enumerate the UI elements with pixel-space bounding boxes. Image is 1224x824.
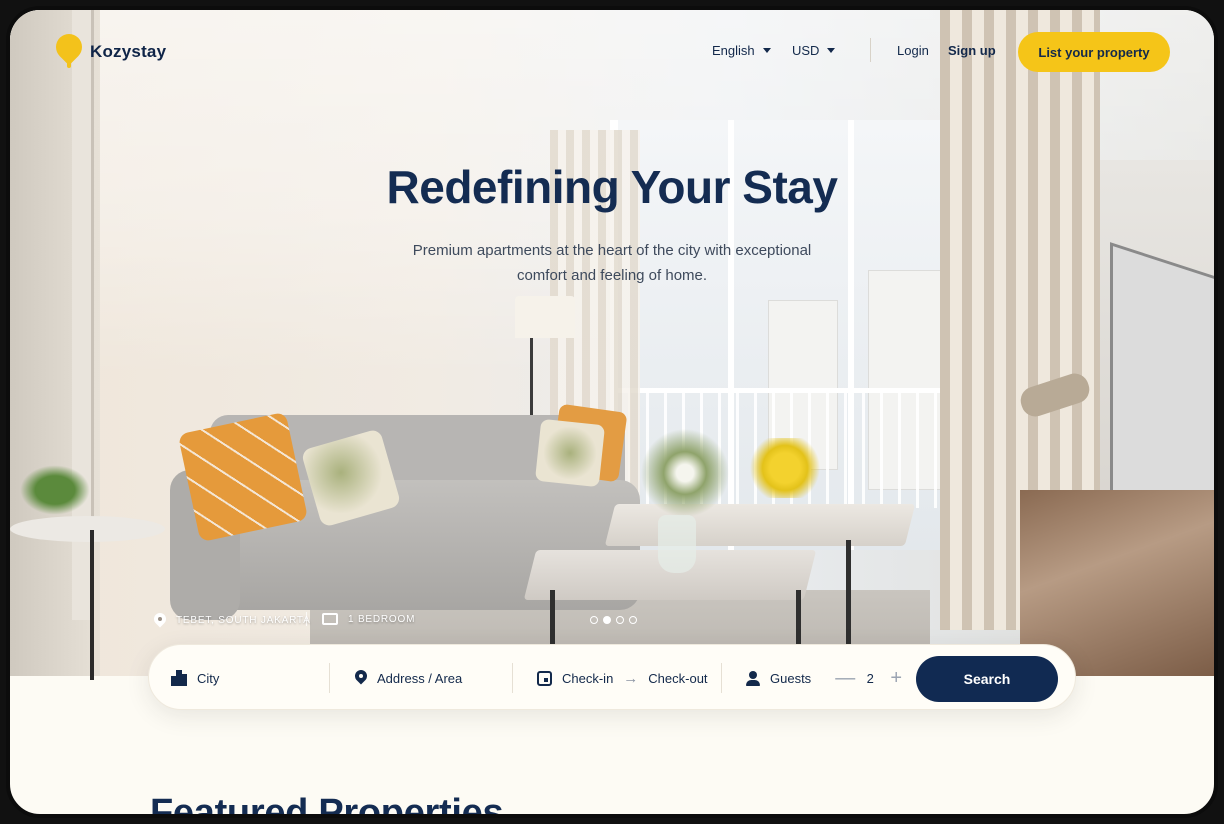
hero-side-table-leg [90, 530, 94, 680]
property-location-label: TEBET, SOUTH JAKARTA [176, 614, 311, 626]
brand-name: Kozystay [90, 42, 167, 61]
hero-plant [20, 465, 90, 515]
property-rooms: 1 BEDROOM [322, 613, 415, 625]
search-divider [721, 663, 722, 693]
hero-flowers [745, 438, 825, 498]
caret-down-icon [827, 48, 836, 53]
currency-label: USD [792, 43, 820, 58]
browser-frame: Redefining Your Stay Premium apartments … [6, 6, 1218, 818]
carousel-dot-active[interactable] [603, 616, 611, 624]
guests-count: 2 [866, 670, 874, 686]
language-select[interactable]: English [712, 43, 771, 58]
logo-icon [50, 28, 88, 70]
city-placeholder: City [197, 670, 220, 686]
search-button[interactable]: Search [916, 656, 1058, 702]
language-label: English [712, 43, 755, 58]
date-range-field[interactable]: Check-in → Check-out [537, 645, 708, 711]
nav-divider [870, 38, 871, 62]
section-title: Featured Properties [150, 792, 504, 818]
calendar-icon [537, 670, 552, 686]
hero-image: Redefining Your Stay Premium apartments … [10, 10, 1214, 680]
city-icon [171, 670, 187, 686]
meta-divider [306, 612, 307, 626]
hero-side-table [10, 516, 165, 542]
guests-field: Guests — 2 + [746, 645, 905, 711]
search-divider [329, 663, 330, 693]
arrow-right-icon: → [623, 669, 639, 687]
caret-down-icon [762, 48, 771, 53]
hero-lamp-pole [530, 338, 533, 418]
hero-subtitle: Premium apartments at the heart of the c… [412, 242, 812, 284]
map-pin-icon [154, 613, 166, 627]
hero-table-leg [846, 540, 851, 650]
map-pin-icon [355, 670, 367, 686]
top-nav: Kozystay English USD Login Sign up List … [10, 10, 1214, 92]
hero-pillow [534, 418, 606, 488]
hero-lamp [515, 296, 575, 338]
checkout-label: Check-out [648, 670, 708, 686]
address-placeholder: Address / Area [377, 670, 463, 686]
list-property-button[interactable]: List your property [1018, 32, 1170, 72]
carousel-dot[interactable] [590, 616, 598, 624]
property-rooms-label: 1 BEDROOM [348, 613, 416, 625]
carousel-dot[interactable] [616, 616, 624, 624]
brand-logo[interactable]: Kozystay [50, 28, 167, 70]
carousel-dots [590, 616, 637, 624]
city-field[interactable]: City [171, 645, 219, 711]
guests-decrement-button[interactable]: — [835, 668, 855, 688]
hero-title: Redefining Your Stay [386, 161, 838, 213]
search-bar: City Address / Area Check-in → Check-out… [148, 644, 1076, 710]
carousel-dot[interactable] [629, 616, 637, 624]
signup-link[interactable]: Sign up [948, 43, 996, 58]
currency-select[interactable]: USD [792, 43, 836, 58]
guests-increment-button[interactable]: + [887, 668, 905, 688]
bed-icon [322, 613, 338, 625]
search-divider [512, 663, 513, 693]
guests-label: Guests [770, 670, 812, 686]
checkin-label: Check-in [562, 670, 614, 686]
property-location: TEBET, SOUTH JAKARTA [154, 613, 311, 627]
hero-vase [658, 515, 696, 573]
address-field[interactable]: Address / Area [355, 645, 462, 711]
hero-flowers [630, 428, 740, 518]
login-link[interactable]: Login [897, 43, 929, 58]
user-icon [746, 670, 760, 686]
hero-pillow [177, 411, 309, 543]
